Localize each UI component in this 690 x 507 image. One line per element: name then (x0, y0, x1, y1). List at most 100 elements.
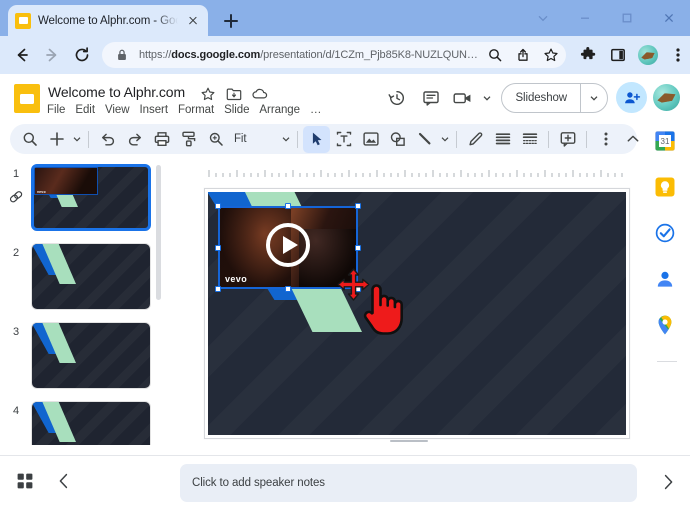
redo-icon[interactable] (121, 126, 148, 153)
search-icon[interactable] (484, 44, 506, 66)
link-icon[interactable] (8, 188, 25, 205)
filmstrip-slide-1[interactable]: 1 (0, 164, 172, 243)
comment-icon[interactable] (417, 84, 445, 112)
slide-filmstrip[interactable]: 1 2 3 (0, 160, 172, 445)
current-slide[interactable]: vevo (208, 192, 626, 435)
text-align-icon[interactable] (489, 126, 516, 153)
three-dot-menu-icon[interactable] (592, 126, 619, 153)
resize-handle-sw[interactable] (215, 286, 221, 292)
menu-slide[interactable]: Slide (224, 104, 249, 116)
pen-icon[interactable] (462, 126, 489, 153)
play-button-icon[interactable] (266, 223, 310, 268)
chevron-up-icon[interactable] (619, 126, 646, 153)
slide-canvas-area[interactable]: vevo (180, 178, 630, 440)
menu-more[interactable]: … (310, 104, 322, 116)
puzzle-icon[interactable] (574, 41, 602, 69)
tab-strip: Welcome to Alphr.com - Google (0, 0, 690, 36)
share-icon[interactable] (512, 44, 534, 66)
zoom-dropdown-icon[interactable] (279, 126, 292, 153)
browser-toolbar: https://docs.google.com/presentation/d/1… (0, 36, 690, 74)
zoom-level-label[interactable]: Fit (229, 133, 251, 145)
add-person-icon[interactable] (616, 82, 647, 113)
slide-thumbnail[interactable] (31, 243, 151, 310)
menu-edit[interactable]: Edit (75, 104, 95, 116)
close-icon[interactable] (648, 0, 690, 36)
move-to-folder-icon[interactable] (225, 85, 242, 102)
google-side-panel: 31 (644, 122, 690, 507)
menu-file[interactable]: File (47, 104, 65, 116)
chevron-right-icon[interactable] (658, 472, 678, 492)
resize-handle-e[interactable] (355, 244, 361, 251)
new-slide-dropdown-icon[interactable] (70, 126, 83, 153)
slideshow-dropdown-icon[interactable] (581, 84, 607, 112)
close-icon[interactable] (185, 13, 201, 29)
forward-arrow-icon[interactable] (38, 41, 66, 69)
menu-view[interactable]: View (105, 104, 130, 116)
three-dot-menu-icon[interactable] (664, 41, 690, 69)
google-contacts-icon[interactable] (654, 268, 680, 294)
google-keep-icon[interactable] (654, 176, 680, 202)
video-camera-icon[interactable] (451, 84, 475, 112)
slide-number: 3 (13, 326, 20, 338)
transition-icon[interactable] (516, 126, 543, 153)
google-maps-icon[interactable] (654, 314, 680, 340)
menu-arrange[interactable]: Arrange (259, 104, 300, 116)
resize-handle-s[interactable] (285, 286, 291, 292)
document-title[interactable]: Welcome to Alphr.com (48, 84, 185, 100)
filmstrip-slide-3[interactable]: 3 (0, 322, 172, 401)
menu-insert[interactable]: Insert (140, 104, 169, 116)
filmstrip-scrollbar[interactable] (156, 165, 161, 300)
star-icon[interactable] (540, 44, 562, 66)
google-tasks-icon[interactable] (654, 222, 680, 248)
browser-tab[interactable]: Welcome to Alphr.com - Google (8, 5, 208, 36)
select-cursor-icon[interactable] (303, 125, 331, 153)
slide-thumbnail[interactable] (31, 322, 151, 389)
resize-handle-n[interactable] (285, 203, 291, 209)
new-tab-button[interactable] (219, 9, 243, 33)
profile-avatar[interactable] (637, 45, 658, 65)
print-icon[interactable] (148, 126, 175, 153)
resize-handle-ne[interactable] (355, 203, 361, 209)
add-comment-icon[interactable] (554, 126, 581, 153)
bottom-bar: Click to add speaker notes (0, 455, 690, 507)
notes-resize-handle[interactable] (390, 440, 428, 442)
grid-view-icon[interactable] (16, 472, 36, 492)
slideshow-button[interactable]: Slideshow (502, 84, 580, 112)
reload-icon[interactable] (68, 41, 96, 69)
slide-number: 1 (13, 168, 20, 180)
google-calendar-icon[interactable]: 31 (654, 130, 680, 156)
cloud-saved-icon[interactable] (251, 85, 268, 102)
filmstrip-slide-2[interactable]: 2 (0, 243, 172, 322)
speaker-notes-input[interactable]: Click to add speaker notes (180, 464, 637, 502)
minimize-icon[interactable] (564, 0, 606, 36)
version-history-icon[interactable] (383, 84, 411, 112)
filmstrip-slide-4[interactable]: 4 (0, 401, 172, 445)
chevron-left-icon[interactable] (54, 471, 76, 493)
shape-icon[interactable] (384, 126, 411, 153)
new-slide-button[interactable] (43, 126, 70, 153)
back-arrow-icon[interactable] (8, 41, 36, 69)
line-icon[interactable] (411, 126, 438, 153)
paint-format-icon[interactable] (175, 126, 202, 153)
address-bar[interactable]: https://docs.google.com/presentation/d/1… (102, 42, 566, 68)
search-icon[interactable] (16, 126, 43, 153)
chevron-down-icon[interactable] (481, 84, 493, 112)
image-icon[interactable] (357, 126, 384, 153)
slide-thumbnail[interactable] (31, 164, 151, 231)
menu-format[interactable]: Format (178, 104, 214, 116)
user-avatar[interactable] (653, 84, 680, 111)
line-dropdown-icon[interactable] (438, 126, 451, 153)
resize-handle-w[interactable] (215, 244, 221, 251)
slide-number: 4 (13, 405, 20, 417)
zoom-icon[interactable] (202, 126, 229, 153)
video-thumbnail (34, 167, 98, 196)
resize-handle-nw[interactable] (215, 203, 221, 209)
star-icon[interactable] (199, 85, 216, 102)
undo-icon[interactable] (94, 126, 121, 153)
text-box-icon[interactable] (330, 126, 357, 153)
maximize-icon[interactable] (606, 0, 648, 36)
side-panel-icon[interactable] (604, 41, 632, 69)
chevron-down-icon[interactable] (522, 0, 564, 36)
window-controls (522, 0, 690, 36)
slide-thumbnail[interactable] (31, 401, 151, 445)
